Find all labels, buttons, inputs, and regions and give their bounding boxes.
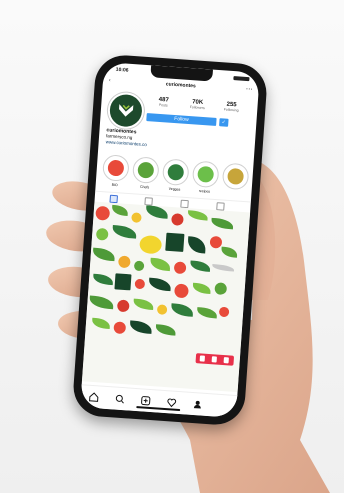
pepper-shape <box>171 213 184 226</box>
leaf-shape <box>155 324 177 336</box>
lime-shape <box>214 282 228 296</box>
heart-icon[interactable] <box>166 397 177 408</box>
send-icon[interactable] <box>223 357 229 364</box>
home-icon[interactable] <box>89 392 100 403</box>
highlight-label: recipes <box>198 188 211 194</box>
orange-shape <box>117 255 131 269</box>
leaf-shape <box>210 217 234 230</box>
highlight-thumb <box>227 167 245 185</box>
suggested-button[interactable]: ✓ <box>219 118 229 127</box>
highlight-thumb <box>197 165 215 183</box>
tomato-shape <box>95 205 111 221</box>
stat-label: Followers <box>189 105 205 111</box>
highlight-vegges[interactable]: Vegges <box>161 158 190 192</box>
logo-icon <box>119 104 134 117</box>
highlight-thumb <box>137 161 155 179</box>
highlight-extra[interactable] <box>221 162 250 193</box>
highlight-recipes[interactable]: recipes <box>191 160 220 194</box>
leaf-shape <box>220 246 238 258</box>
stat-label: Posts <box>158 102 168 108</box>
add-icon[interactable] <box>140 395 151 406</box>
battery-icon <box>233 76 250 82</box>
leaf-shape <box>111 204 129 216</box>
logo-tile <box>114 273 132 291</box>
stat-followers[interactable]: 70K Followers <box>181 98 214 110</box>
profile-bio: curiomontes farmersco.ng www.curiomontes… <box>105 127 248 155</box>
follow-button[interactable]: Follow <box>146 113 217 126</box>
lemon-shape <box>131 212 142 223</box>
leaf-shape <box>196 307 218 319</box>
tomato-shape <box>134 278 146 290</box>
stat-posts[interactable]: 487 Posts <box>147 96 180 108</box>
knife-shape <box>212 264 235 272</box>
highlight-label: Vegges <box>168 186 181 192</box>
profile-icon[interactable] <box>192 399 203 410</box>
radish-shape <box>173 261 187 275</box>
phone-notch <box>150 65 213 82</box>
lemon-shape <box>139 234 163 255</box>
highlight-label: BIO <box>111 182 118 188</box>
highlight-chefs[interactable]: Chefs <box>131 156 160 190</box>
leaf-shape <box>129 320 153 334</box>
tomato-shape <box>113 321 127 335</box>
highlight-label: Chefs <box>139 184 150 190</box>
share-icon[interactable] <box>199 355 206 362</box>
status-time: 10:06 <box>115 66 129 74</box>
highlight-thumb <box>167 163 185 181</box>
radish-shape <box>218 306 230 318</box>
leaf-shape <box>91 317 111 330</box>
save-icon[interactable] <box>211 356 217 363</box>
leaf-shape <box>149 257 171 272</box>
leaf-shape <box>92 247 116 262</box>
highlight-label <box>222 190 248 192</box>
pepper-shape <box>174 283 189 299</box>
leaf-shape <box>187 210 209 221</box>
logo-tile <box>165 232 185 252</box>
stat-following[interactable]: 255 Following <box>215 101 248 113</box>
more-icon[interactable]: ⋯ <box>245 85 253 93</box>
leaf-shape <box>192 282 212 294</box>
highlight-bio[interactable]: BIO <box>102 154 130 188</box>
leaf-shape <box>133 298 154 310</box>
lime-shape <box>95 227 109 241</box>
lemon-shape <box>156 304 168 315</box>
stat-label: Following <box>223 107 239 113</box>
leaf-shape <box>92 273 114 286</box>
leaf-shape <box>189 260 211 272</box>
avatar[interactable] <box>106 91 146 130</box>
leaf-shape <box>89 295 114 310</box>
leaf-shape <box>112 224 137 239</box>
search-icon[interactable] <box>114 394 125 405</box>
tomato-shape <box>209 235 223 249</box>
leaf-shape <box>187 236 207 254</box>
tomato-shape <box>116 299 130 313</box>
leaf-shape <box>148 277 172 292</box>
highlight-thumb <box>107 159 125 177</box>
phone-screen: 10:06 ‹ curiomontes ⋯ 487 Posts 70K Foll… <box>80 61 260 419</box>
smartphone: 10:06 ‹ curiomontes ⋯ 487 Posts 70K Foll… <box>71 53 269 427</box>
lime-shape <box>133 260 145 272</box>
leaf-shape <box>170 303 194 317</box>
leaf-shape <box>145 205 169 219</box>
